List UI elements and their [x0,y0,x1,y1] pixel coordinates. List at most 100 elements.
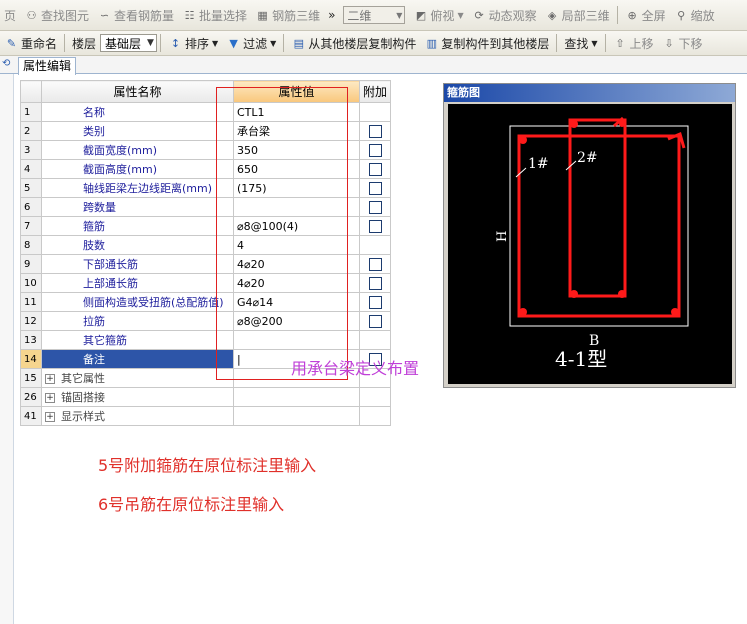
annotation-hanger-bar: 6号吊筋在原位标注里输入 [98,495,285,514]
extra-checkbox[interactable] [368,219,382,233]
property-name-cell[interactable]: 下部通长筋 [41,254,234,274]
chevron-down-icon: ▼ [147,38,154,48]
extra-checkbox[interactable] [368,257,382,271]
toolbar-item-page[interactable]: 页 [0,4,20,26]
rebar-dot [570,290,578,298]
property-name: 截面高度(mm) [83,163,158,176]
property-name-cell[interactable]: 截面高度(mm) [41,159,234,179]
toolbar-separator [616,6,618,24]
floor-select[interactable]: 基础层 ▼ [100,34,157,52]
chevron-down-icon: ▼ [396,10,403,20]
property-value-cell[interactable] [233,387,360,407]
property-name-cell[interactable]: 侧面构造或受扭筋(总配筋值) [41,292,234,312]
copy-to-floor-button[interactable]: ▥ 复制构件到其他楼层 [420,32,553,54]
top-view-button[interactable]: ◩ 俯视 ▼ [409,4,467,26]
zoom-button[interactable]: ⚲ 缩放 [670,4,719,26]
extra-cell [358,178,392,198]
row-number: 14 [20,349,42,369]
extra-cell [358,273,392,293]
property-name-cell[interactable]: 轴线距梁左边线距离(mm) [41,178,234,198]
property-name: 下部通长筋 [83,258,138,271]
toolbar-separator [283,34,285,52]
rename-label: 重命名 [21,36,58,51]
move-down-button[interactable]: ⇩ 下移 [658,32,707,54]
rebar-3d-button[interactable]: ▦ 钢筋三维 [251,4,324,26]
property-name-cell[interactable]: 上部通长筋 [41,273,234,293]
toolbar-separator [159,34,161,52]
extra-checkbox[interactable] [368,124,382,138]
toolbar-separator [604,34,606,52]
rename-button[interactable]: ✎ 重命名 [0,32,61,54]
orbit-icon: ⟳ [474,8,484,22]
toolbar-separator [556,34,558,52]
property-name-cell[interactable]: 其它箍筋 [41,330,234,350]
extra-checkbox[interactable] [368,314,382,328]
property-name-cell[interactable]: 备注 [41,349,234,369]
property-name-cell[interactable]: + 锚固搭接 [41,387,234,407]
view-rebar-quantity-button[interactable]: ∽ 查看钢筋量 [93,4,178,26]
binoculars-icon: ⚇ [26,8,37,22]
header-property-name[interactable]: 属性名称 [41,80,234,103]
top-view-icon: ◩ [415,8,427,22]
property-name-cell[interactable]: 类别 [41,121,234,141]
floor-select-value: 基础层 [105,36,142,51]
property-name-cell[interactable]: 肢数 [41,235,234,255]
zoom-fit-icon: ⊕ [627,8,637,22]
property-name: 上部通长筋 [83,277,138,290]
property-name-cell[interactable]: 名称 [41,102,234,122]
extra-checkbox[interactable] [368,200,382,214]
row-number: 2 [20,121,42,141]
extra-cell [358,387,392,407]
grid-row[interactable]: 41 + 显示样式 [20,406,392,426]
copy-to-floor-label: 复制构件到其他楼层 [441,36,550,51]
property-name-cell[interactable]: 拉筋 [41,311,234,331]
sort-label: 排序 [184,36,209,51]
property-name-cell[interactable]: 截面宽度(mm) [41,140,234,160]
grid-row[interactable]: 26 + 锚固搭接 [20,387,392,407]
toolbar-overflow-button[interactable]: » [324,4,339,26]
property-name-cell[interactable]: + 其它属性 [41,368,234,388]
header-extra[interactable]: 附加 [358,80,392,103]
property-name: 备注 [83,353,105,366]
extra-checkbox[interactable] [368,276,382,290]
copy-from-floor-button[interactable]: ▤ 从其他楼层复制构件 [287,32,420,54]
property-name: 轴线距梁左边线距离(mm) [83,182,213,195]
batch-select-button[interactable]: ☷ 批量选择 [178,4,251,26]
chevron-down-icon: ▼ [457,10,464,20]
property-name: 跨数量 [83,201,116,214]
row-number: 4 [20,159,42,179]
property-value-cell[interactable] [233,406,360,426]
batch-select-icon: ☷ [184,8,195,22]
row-number: 10 [20,273,42,293]
local-3d-button[interactable]: ◈ 局部三维 [541,4,614,26]
extra-checkbox[interactable] [368,143,382,157]
tab-property-edit[interactable]: 属性编辑 [18,57,77,75]
refresh-icon[interactable]: ⟲ [2,58,10,69]
property-name-cell[interactable]: 箍筋 [41,216,234,236]
move-down-label: 下移 [678,36,703,51]
main-toolbar: 页 ⚇ 查找图元 ∽ 查看钢筋量 ☷ 批量选择 ▦ 钢筋三维 » 二维 ▼ ◩ … [0,0,747,31]
local-3d-label: 局部三维 [561,8,610,23]
top-view-label: 俯视 [430,8,455,23]
extra-checkbox[interactable] [368,162,382,176]
find-button[interactable]: 查找 ▼ [560,32,601,54]
expand-plus-icon[interactable]: + [45,412,55,422]
expand-plus-icon[interactable]: + [45,393,55,403]
stirrup-diagram-svg: 1# 2# H B 4-1型 [495,116,689,371]
filter-button[interactable]: ▼ 过滤 ▼ [222,32,280,54]
property-name-cell[interactable]: 跨数量 [41,197,234,217]
view-mode-dropdown[interactable]: 二维 ▼ [339,4,409,26]
chevron-down-icon: ▼ [270,38,277,48]
fullscreen-button[interactable]: ⊕ 全屏 [621,4,670,26]
row-number: 26 [20,387,42,407]
view-mode-combo[interactable]: 二维 ▼ [343,6,406,24]
find-element-button[interactable]: ⚇ 查找图元 [20,4,93,26]
sort-button[interactable]: ↕ 排序 ▼ [164,32,222,54]
rebar-dot [519,308,527,316]
expand-plus-icon[interactable]: + [45,374,55,384]
orbit-view-button[interactable]: ⟳ 动态观察 [468,4,541,26]
property-name-cell[interactable]: + 显示样式 [41,406,234,426]
extra-checkbox[interactable] [368,295,382,309]
extra-checkbox[interactable] [368,181,382,195]
move-up-button[interactable]: ⇧ 上移 [609,32,658,54]
